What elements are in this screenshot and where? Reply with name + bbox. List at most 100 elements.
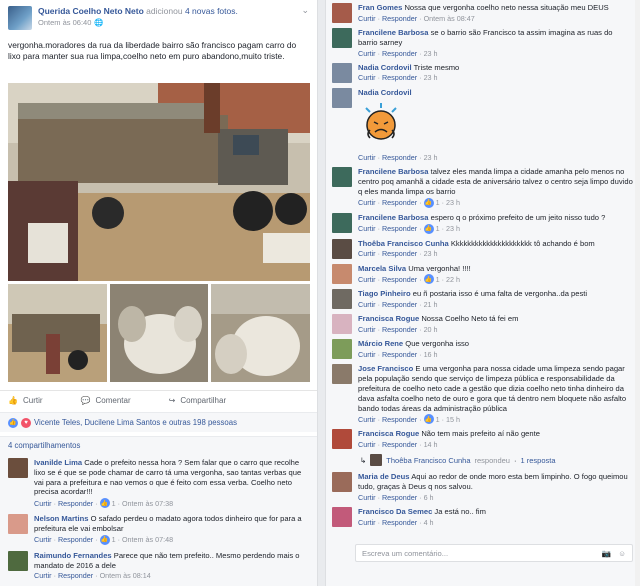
comment-reply-link[interactable]: Responder (382, 249, 417, 258)
avatar[interactable] (332, 28, 352, 48)
avatar[interactable] (332, 364, 352, 385)
comment-author[interactable]: Raimundo Fernandes (34, 551, 112, 560)
likes-text[interactable]: Vicente Teles, Ducilene Lima Santos e ou… (34, 418, 237, 427)
comment-like-link[interactable]: Curtir (34, 535, 52, 544)
comment-like-link[interactable]: Curtir (358, 275, 376, 284)
post-author[interactable]: Querida Coelho Neto Neto (38, 6, 144, 16)
comment-input[interactable]: Escreva um comentário... 📷 ☺ (355, 544, 633, 562)
comment-time[interactable]: 15 h (446, 415, 460, 424)
avatar[interactable] (332, 62, 352, 83)
comment-time[interactable]: Ontem às 07:48 (122, 535, 173, 544)
comment-author[interactable]: Francilene Barbosa (358, 167, 428, 176)
post-photo-main[interactable] (8, 83, 310, 281)
comment-author[interactable]: Maria de Deus (358, 472, 410, 481)
comment-like-link[interactable]: Curtir (358, 415, 376, 424)
comment-author[interactable]: Marcela Silva (358, 264, 406, 273)
comment-reply-link[interactable]: Responder (382, 224, 417, 233)
comment-like-count[interactable]: 1 (112, 535, 116, 544)
avatar[interactable] (332, 212, 352, 233)
comment-like-link[interactable]: Curtir (358, 350, 376, 359)
comment-time[interactable]: 6 h (424, 493, 434, 502)
avatar[interactable] (8, 514, 28, 535)
comment-button[interactable]: 💬 Comentar (81, 396, 131, 405)
reply-author[interactable]: Thoêba Francisco Cunha (386, 456, 470, 465)
comment-author[interactable]: Francisco Da Semec (358, 507, 432, 516)
comment-time[interactable]: 23 h (424, 153, 438, 162)
comment-time[interactable]: 20 h (424, 325, 438, 334)
comment-author[interactable]: Márcio Rene (358, 339, 403, 348)
comment-author[interactable]: Ivanilde Lima (34, 458, 82, 467)
comment-like-count[interactable]: 1 (112, 499, 116, 508)
comment-time[interactable]: 14 h (424, 440, 438, 449)
comment-like-count[interactable]: 1 (436, 415, 440, 424)
avatar[interactable] (332, 289, 352, 310)
avatar[interactable] (332, 3, 352, 23)
comment-author[interactable]: Francisca Rogue (358, 314, 419, 323)
comment-author[interactable]: Jose Francisco (358, 364, 413, 373)
like-button[interactable]: 👍 Curtir (8, 396, 43, 405)
comment-reply-link[interactable]: Responder (382, 14, 417, 23)
comment-like-link[interactable]: Curtir (34, 571, 52, 580)
comment-time[interactable]: 23 h (424, 73, 438, 82)
comment-author[interactable]: Nadia Cordovil (358, 63, 412, 72)
shares-count[interactable]: 4 compartilhamentos (0, 436, 317, 454)
post-photos-link[interactable]: 4 novas fotos. (185, 6, 238, 16)
comment-reply-link[interactable]: Responder (382, 49, 417, 58)
comment-like-link[interactable]: Curtir (358, 224, 376, 233)
comment-author[interactable]: Thoêba Francisco Cunha (358, 239, 449, 248)
comment-reply-link[interactable]: Responder (58, 499, 93, 508)
replies-summary[interactable]: ↳ Thoêba Francisco Cunha respondeu · 1 r… (360, 451, 640, 469)
comment-author[interactable]: Francisca Rogue (358, 429, 419, 438)
comment-like-count[interactable]: 1 (436, 198, 440, 207)
avatar[interactable] (332, 263, 352, 284)
comment-time[interactable]: 16 h (424, 350, 438, 359)
camera-icon[interactable]: 📷 (602, 549, 611, 558)
scrollbar[interactable] (635, 0, 640, 586)
avatar[interactable] (8, 458, 28, 478)
comment-reply-link[interactable]: Responder (382, 300, 417, 309)
post-photo-thumb[interactable] (109, 284, 209, 382)
comment-like-link[interactable]: Curtir (358, 300, 376, 309)
comment-reply-link[interactable]: Responder (382, 198, 417, 207)
comment-author[interactable]: Tiago Pinheiro (358, 289, 411, 298)
comment-like-link[interactable]: Curtir (358, 518, 376, 527)
comment-reply-link[interactable]: Responder (382, 493, 417, 502)
reactions-summary[interactable]: 👍 ♥ Vicente Teles, Ducilene Lima Santos … (0, 412, 317, 432)
comment-like-count[interactable]: 1 (436, 224, 440, 233)
comment-reply-link[interactable]: Responder (58, 571, 93, 580)
comment-reply-link[interactable]: Responder (382, 325, 417, 334)
avatar[interactable] (332, 429, 352, 450)
comment-reply-link[interactable]: Responder (382, 275, 417, 284)
avatar[interactable] (8, 550, 28, 571)
avatar[interactable] (332, 339, 352, 360)
page-avatar[interactable] (8, 6, 32, 30)
comment-time[interactable]: 23 h (424, 249, 438, 258)
emoji-icon[interactable]: ☺ (618, 549, 626, 558)
comment-like-link[interactable]: Curtir (34, 499, 52, 508)
comment-like-link[interactable]: Curtir (358, 49, 376, 58)
comment-reply-link[interactable]: Responder (58, 535, 93, 544)
comment-like-link[interactable]: Curtir (358, 153, 376, 162)
reply-count[interactable]: 1 resposta (520, 456, 555, 465)
comment-like-count[interactable]: 1 (436, 275, 440, 284)
comment-author[interactable]: Francilene Barbosa (358, 28, 428, 37)
shares-link[interactable]: 4 compartilhamentos (8, 441, 80, 450)
comment-reply-link[interactable]: Responder (382, 440, 417, 449)
avatar[interactable] (332, 238, 352, 259)
comment-time[interactable]: Ontem às 08:14 (100, 571, 151, 580)
comment-like-link[interactable]: Curtir (358, 73, 376, 82)
comment-time[interactable]: 23 h (424, 49, 438, 58)
comment-time[interactable]: 21 h (424, 300, 438, 309)
comment-like-link[interactable]: Curtir (358, 198, 376, 207)
comment-like-link[interactable]: Curtir (358, 440, 376, 449)
comment-reply-link[interactable]: Responder (382, 415, 417, 424)
comment-author[interactable]: Fran Gomes (358, 3, 402, 12)
comment-author[interactable]: Nelson Martins (34, 514, 88, 523)
comment-time[interactable]: 23 h (446, 224, 460, 233)
comment-reply-link[interactable]: Responder (382, 73, 417, 82)
comment-time[interactable]: 22 h (446, 275, 460, 284)
avatar[interactable] (332, 472, 352, 493)
comment-reply-link[interactable]: Responder (382, 350, 417, 359)
avatar[interactable] (332, 167, 352, 188)
avatar[interactable] (332, 87, 352, 108)
